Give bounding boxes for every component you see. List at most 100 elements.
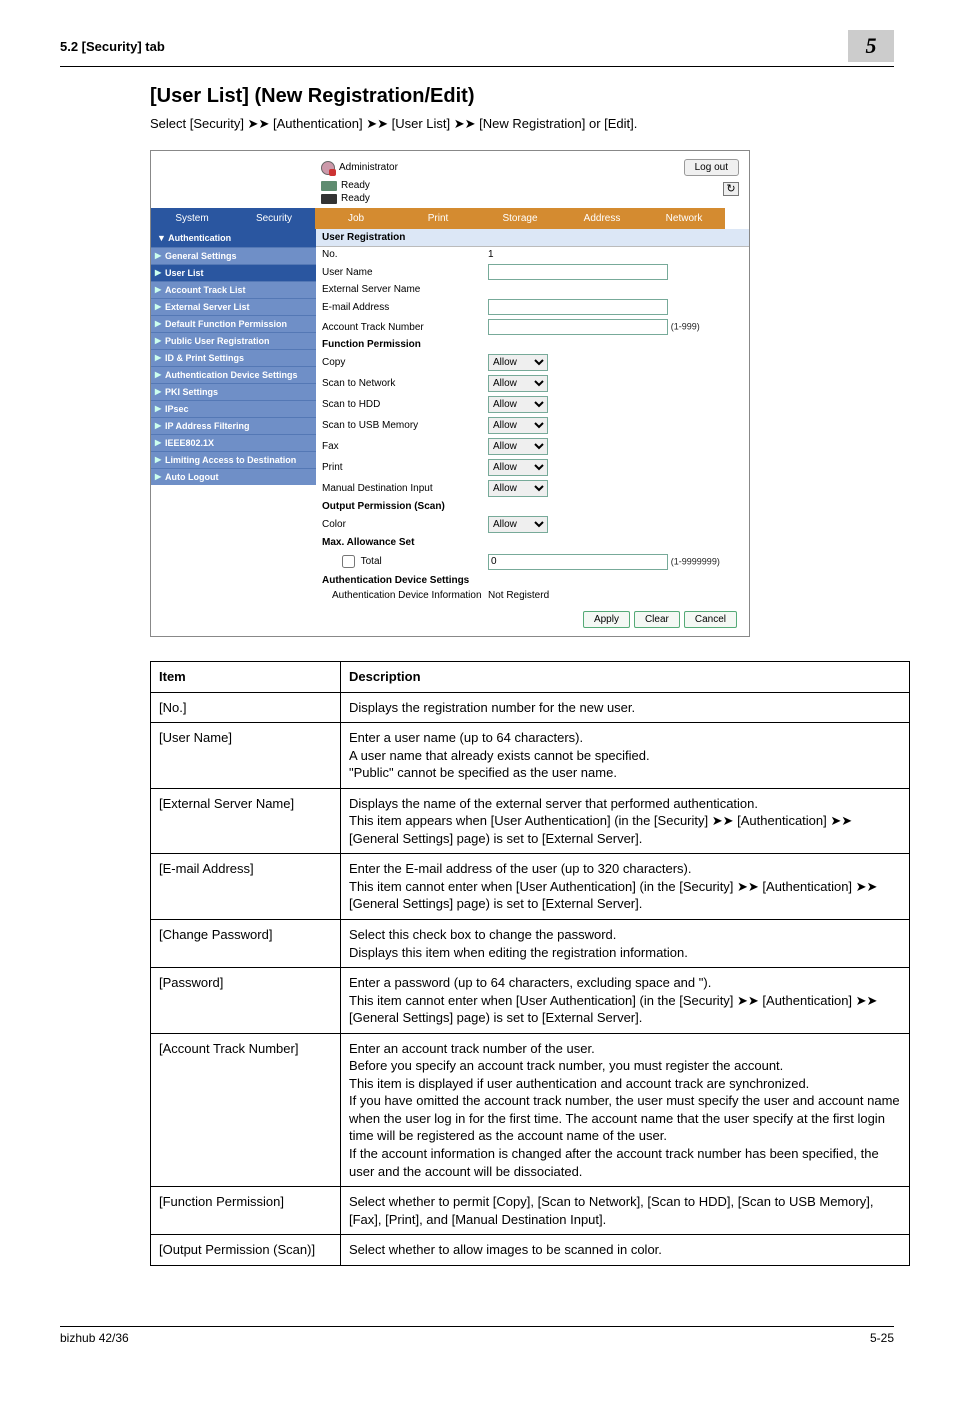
label-email: E-mail Address: [322, 302, 482, 313]
app-screenshot: Administrator Log out ↻ Ready Ready Syst…: [150, 150, 750, 637]
description-table: Item Description [No.]Displays the regis…: [150, 661, 910, 1266]
cell-item: [Password]: [151, 968, 341, 1034]
tab-job[interactable]: Job: [315, 208, 397, 229]
label-function-permission: Function Permission: [322, 339, 482, 350]
cell-item: [Function Permission]: [151, 1187, 341, 1235]
cell-description: Enter an account track number of the use…: [341, 1033, 910, 1186]
table-row: [Output Permission (Scan)]Select whether…: [151, 1235, 910, 1266]
label-color: Color: [322, 519, 482, 530]
table-row: [Change Password]Select this check box t…: [151, 920, 910, 968]
sidebar-item-auto-logout[interactable]: Auto Logout: [151, 468, 316, 485]
label-auth-device-info: Authentication Device Information: [322, 590, 482, 601]
label-external-server-name: External Server Name: [322, 284, 482, 295]
label-no: No.: [322, 249, 482, 260]
email-input[interactable]: [488, 299, 668, 315]
sidebar-item-external-server-list[interactable]: External Server List: [151, 298, 316, 315]
cell-description: Select whether to allow images to be sca…: [341, 1235, 910, 1266]
table-row: [Function Permission]Select whether to p…: [151, 1187, 910, 1235]
select-scan-hdd[interactable]: Allow: [488, 396, 548, 413]
label-username: User Name: [322, 267, 482, 278]
label-account-track-number: Account Track Number: [322, 322, 482, 333]
apply-button[interactable]: Apply: [583, 611, 630, 628]
page-title: [User List] (New Registration/Edit): [60, 85, 894, 108]
sidebar-item-default-function-permission[interactable]: Default Function Permission: [151, 315, 316, 332]
ready-label-1: Ready: [341, 180, 370, 191]
sidebar-item-authentication-device-settings[interactable]: Authentication Device Settings: [151, 366, 316, 383]
username-input[interactable]: [488, 264, 668, 280]
cell-description: Enter a user name (up to 64 characters).…: [341, 723, 910, 789]
cell-item: [External Server Name]: [151, 788, 341, 854]
clear-button[interactable]: Clear: [634, 611, 680, 628]
label-scan-network: Scan to Network: [322, 378, 482, 389]
note-total-range: (1-9999999): [671, 556, 720, 566]
select-copy[interactable]: Allow: [488, 354, 548, 371]
table-row: [External Server Name]Displays the name …: [151, 788, 910, 854]
cell-item: [Output Permission (Scan)]: [151, 1235, 341, 1266]
label-auth-device-settings: Authentication Device Settings: [322, 575, 482, 586]
select-scan-network[interactable]: Allow: [488, 375, 548, 392]
select-fax[interactable]: Allow: [488, 438, 548, 455]
select-color[interactable]: Allow: [488, 516, 548, 533]
sidebar-item-ip-address-filtering[interactable]: IP Address Filtering: [151, 417, 316, 434]
cell-item: [Account Track Number]: [151, 1033, 341, 1186]
sidebar-item-general-settings[interactable]: General Settings: [151, 247, 316, 264]
sidebar-item-id-print-settings[interactable]: ID & Print Settings: [151, 349, 316, 366]
label-print: Print: [322, 462, 482, 473]
col-item: Item: [151, 662, 341, 693]
label-scan-usb: Scan to USB Memory: [322, 420, 482, 431]
label-output-permission-scan: Output Permission (Scan): [322, 501, 482, 512]
cell-item: [User Name]: [151, 723, 341, 789]
account-track-number-input[interactable]: [488, 319, 668, 335]
cell-item: [E-mail Address]: [151, 854, 341, 920]
tab-security[interactable]: Security: [233, 208, 315, 229]
tab-storage[interactable]: Storage: [479, 208, 561, 229]
header-left: 5.2 [Security] tab: [60, 39, 165, 54]
value-auth-device-info: Not Registerd: [488, 590, 743, 601]
sidebar-item-ipsec[interactable]: IPsec: [151, 400, 316, 417]
logout-button[interactable]: Log out: [684, 159, 739, 176]
cell-item: [No.]: [151, 692, 341, 723]
checkbox-total[interactable]: [342, 555, 355, 568]
footer-right: 5-25: [870, 1331, 894, 1345]
sidebar-item-ieee8021x[interactable]: IEEE802.1X: [151, 434, 316, 451]
table-row: [No.]Displays the registration number fo…: [151, 692, 910, 723]
sidebar-item-user-list[interactable]: User List: [151, 264, 316, 281]
cell-description: Select whether to permit [Copy], [Scan t…: [341, 1187, 910, 1235]
note-account-track-range: (1-999): [671, 322, 700, 332]
admin-icon: [321, 161, 335, 175]
value-no: 1: [488, 249, 743, 260]
total-input[interactable]: [488, 554, 668, 570]
label-copy: Copy: [322, 357, 482, 368]
table-row: [Password]Enter a password (up to 64 cha…: [151, 968, 910, 1034]
cell-description: Select this check box to change the pass…: [341, 920, 910, 968]
printer-status-icon: [321, 181, 337, 191]
table-row: [Account Track Number]Enter an account t…: [151, 1033, 910, 1186]
tab-print[interactable]: Print: [397, 208, 479, 229]
refresh-button[interactable]: ↻: [723, 182, 739, 196]
col-description: Description: [341, 662, 910, 693]
sidebar-head-authentication[interactable]: ▼ Authentication: [151, 229, 316, 247]
sidebar: ▼ Authentication General Settings User L…: [151, 229, 316, 636]
sidebar-item-public-user-registration[interactable]: Public User Registration: [151, 332, 316, 349]
sidebar-item-pki-settings[interactable]: PKI Settings: [151, 383, 316, 400]
label-total: Total: [361, 556, 382, 567]
sidebar-item-limiting-access[interactable]: Limiting Access to Destination: [151, 451, 316, 468]
lead-text: Select [Security] ➤➤ [Authentication] ➤➤…: [60, 116, 894, 132]
admin-label: Administrator: [339, 162, 398, 173]
sidebar-item-account-track-list[interactable]: Account Track List: [151, 281, 316, 298]
tab-system[interactable]: System: [151, 208, 233, 229]
ready-label-2: Ready: [341, 193, 370, 204]
section-number-box: 5: [848, 30, 894, 62]
cell-description: Enter a password (up to 64 characters, e…: [341, 968, 910, 1034]
cancel-button[interactable]: Cancel: [684, 611, 737, 628]
tab-network[interactable]: Network: [643, 208, 725, 229]
select-scan-usb[interactable]: Allow: [488, 417, 548, 434]
select-print[interactable]: Allow: [488, 459, 548, 476]
select-manual-destination[interactable]: Allow: [488, 480, 548, 497]
label-scan-hdd: Scan to HDD: [322, 399, 482, 410]
printer-status-icon: [321, 194, 337, 204]
cell-item: [Change Password]: [151, 920, 341, 968]
tab-address[interactable]: Address: [561, 208, 643, 229]
cell-description: Displays the name of the external server…: [341, 788, 910, 854]
header-rule: [60, 66, 894, 67]
